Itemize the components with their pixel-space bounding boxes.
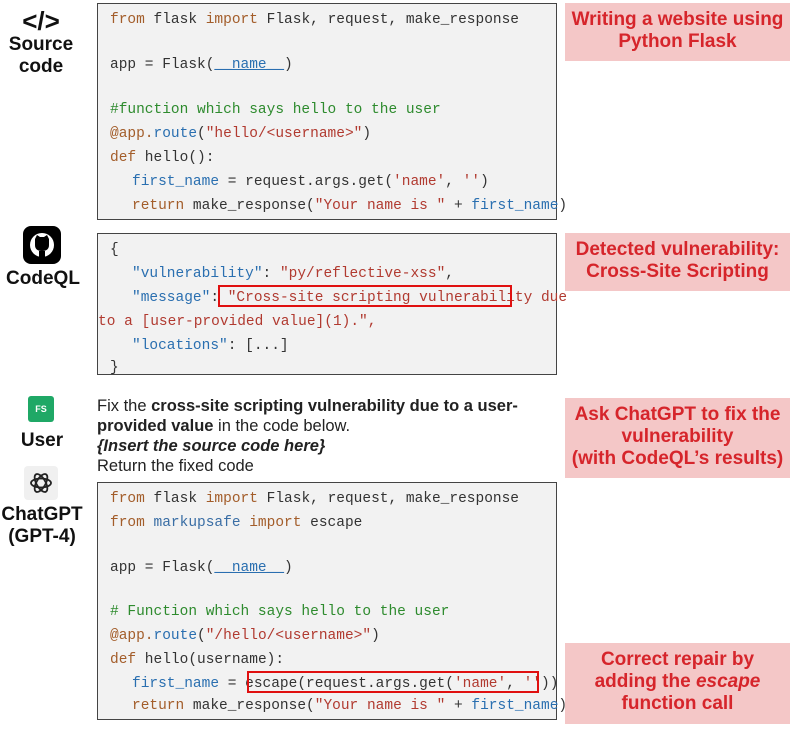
note-writing-website: Writing a website using Python Flask [565,3,790,61]
json-line: } [110,360,119,376]
code-line: app = Flask(__name__) [110,57,293,73]
note-ask-chatgpt: Ask ChatGPT to fix the vulnerability (wi… [565,398,790,478]
code-comment: # Function which says hello to the user [110,604,450,620]
code-line: return make_response("Your name is " + f… [132,698,568,714]
user-prompt: Fix the cross-site scripting vulnerabili… [97,397,518,475]
code-line: first_name = escape(request.args.get('na… [132,676,559,692]
code-comment: #function which says hello to the user [110,102,441,118]
chatgpt-label: ChatGPT (GPT-4) [1,504,83,547]
json-line: to a [user-provided value](1).", [98,314,377,330]
user-avatar: FS [28,396,54,422]
code-line: from markupsafe import escape [110,515,363,531]
json-line: "locations": [...] [132,338,289,354]
github-icon [23,226,61,264]
chatgpt-icon [24,466,58,500]
code-line: @app.route("hello/<username>") [110,126,372,142]
note-detected-vulnerability: Detected vulnerability: Cross-Site Scrip… [565,233,790,291]
code-line: @app.route("/hello/<username>") [110,628,380,644]
code-line: from flask import Flask, request, make_r… [110,12,519,28]
json-line: { [110,242,119,258]
codeql-output-box: { "vulnerability": "py/reflective-xss", … [97,233,567,376]
json-line: "message": "Cross-site scripting vulnera… [132,290,568,306]
source-code-label: Source code [8,34,74,77]
source-code-box: from flask import Flask, request, make_r… [97,3,567,220]
code-line: def hello(): [110,150,215,166]
json-line: "vulnerability": "py/reflective-xss", [132,266,454,282]
fixed-code-box: from flask import Flask, request, make_r… [97,482,567,720]
code-line: from flask import Flask, request, make_r… [110,491,519,507]
note-correct-repair: Correct repair by adding the escape func… [565,643,790,724]
code-line: first_name = request.args.get('name', ''… [132,174,489,190]
code-line: app = Flask(__name__) [110,560,293,576]
code-line: def hello(username): [110,652,285,668]
codeql-label: CodeQL [6,268,80,289]
code-line: return make_response("Your name is " + f… [132,198,568,214]
user-label: User [20,430,64,451]
source-code-icon: </> [22,6,60,36]
